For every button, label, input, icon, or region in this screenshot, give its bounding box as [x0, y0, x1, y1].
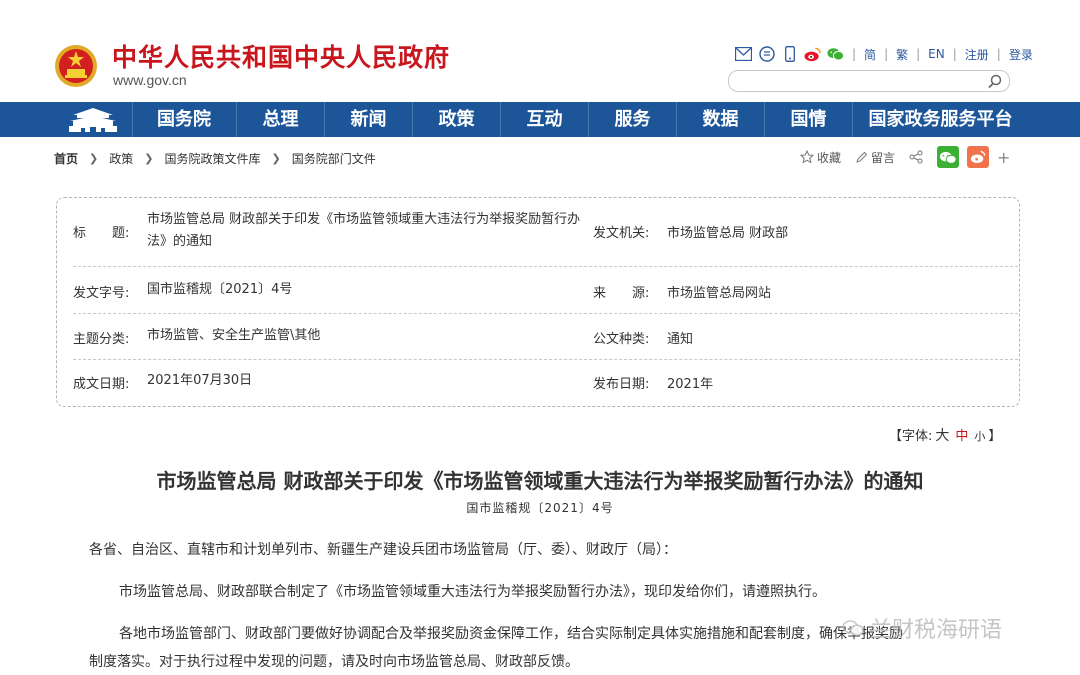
- site-url[interactable]: www.gov.cn: [113, 72, 187, 88]
- font-size-large-button[interactable]: 大: [935, 428, 949, 444]
- site-header: 中华人民共和国中央人民政府 www.gov.cn | 简 | 繁 | EN | …: [0, 0, 1080, 102]
- favorite-label: 收藏: [817, 150, 842, 165]
- nav-item-services[interactable]: 服务: [589, 102, 677, 137]
- separator: |: [952, 47, 957, 61]
- paragraph-2-cont: 制度落实。对于执行过程中发现的问题，请及时向市场监管总局、财政部反馈。: [89, 654, 579, 670]
- font-size-prefix: 【字体:: [889, 429, 933, 444]
- info-docno-value: 国市监稽规〔2021〕4号: [147, 282, 293, 297]
- main-nav: 国务院 总理 新闻 政策 互动 服务 数据 国情 国家政务服务平台: [0, 102, 1080, 137]
- watermark: 兰财税海研语: [842, 612, 1002, 644]
- nav-item-news[interactable]: 新闻: [325, 102, 413, 137]
- chevron-right-icon: ❯: [144, 152, 154, 165]
- weibo-icon: [970, 151, 986, 164]
- separator: |: [884, 47, 889, 61]
- breadcrumb-policy[interactable]: 政策: [109, 150, 133, 167]
- mobile-icon[interactable]: [781, 46, 798, 62]
- search-icon[interactable]: [987, 73, 1003, 89]
- breadcrumb-home[interactable]: 首页: [54, 150, 78, 167]
- info-source-label: 来 源:: [593, 286, 650, 301]
- separator: |: [852, 47, 857, 61]
- font-size-suffix: 】: [988, 429, 1002, 444]
- wechat-icon: [939, 151, 957, 164]
- font-size-medium-button[interactable]: 中: [955, 429, 968, 444]
- breadcrumb-policy-library[interactable]: 国务院政策文件库: [164, 150, 260, 167]
- share-weibo-button[interactable]: [967, 146, 990, 168]
- info-row-topic: 主题分类: 市场监管、安全生产监管\其他 公文种类: 通知: [73, 328, 1003, 348]
- search-input[interactable]: [739, 73, 983, 91]
- info-date-label: 成文日期:: [73, 377, 130, 392]
- info-pubdate-label: 发布日期:: [593, 377, 650, 392]
- nav-item-interaction[interactable]: 互动: [501, 102, 589, 137]
- separator: |: [996, 47, 1001, 61]
- more-share-button[interactable]: +: [997, 148, 1010, 167]
- nav-item-data[interactable]: 数据: [677, 102, 765, 137]
- nav-item-gov-service-platform[interactable]: 国家政务服务平台: [853, 102, 1028, 137]
- site-title[interactable]: 中华人民共和国中央人民政府: [112, 38, 450, 74]
- nav-item-national-info[interactable]: 国情: [765, 102, 853, 137]
- info-title-label: 标 题:: [73, 226, 130, 241]
- info-type-label: 公文种类:: [593, 332, 650, 347]
- mail-icon[interactable]: [735, 46, 752, 62]
- info-source-value: 市场监管总局网站: [667, 286, 772, 301]
- info-issuer-label: 发文机关:: [593, 226, 650, 241]
- info-row-docno: 发文字号: 国市监稽规〔2021〕4号 来 源: 市场监管总局网站: [73, 282, 1003, 302]
- nav-item-premier[interactable]: 总理: [237, 102, 325, 137]
- document-number: 国市监稽规〔2021〕4号: [466, 501, 614, 515]
- nav-item-policy[interactable]: 政策: [413, 102, 501, 137]
- chevron-right-icon: ❯: [271, 152, 281, 165]
- breadcrumb: 首页 ❯ 政策 ❯ 国务院政策文件库 ❯ 国务院部门文件: [54, 150, 376, 167]
- share-wechat-button[interactable]: [937, 146, 960, 168]
- share-button[interactable]: [909, 150, 923, 164]
- info-title-value: 市场监管总局 财政部关于印发《市场监管领域重大违法行为举报奖励暂行办法》的通知: [147, 212, 581, 249]
- register-link[interactable]: 注册: [965, 46, 989, 63]
- info-issuer-value: 市场监管总局 财政部: [667, 226, 789, 241]
- star-icon: [800, 150, 814, 164]
- lang-english-link[interactable]: EN: [928, 47, 945, 61]
- pencil-icon: [856, 151, 868, 163]
- national-emblem-icon[interactable]: [54, 44, 98, 88]
- wechat-icon: [842, 620, 864, 636]
- share-icon: [909, 150, 923, 164]
- font-size-small-button[interactable]: 小: [974, 430, 985, 443]
- wechat-icon[interactable]: [827, 46, 844, 62]
- font-size-switcher: 【字体: 大中小】: [889, 425, 1001, 445]
- info-docno-label: 发文字号:: [73, 286, 130, 301]
- paragraph-addressee: 各省、自治区、直辖市和计划单列市、新疆生产建设兵团市场监管局（厅、委）、财政厅（…: [89, 542, 677, 558]
- info-date-value: 2021年07月30日: [147, 373, 253, 388]
- search-box: [728, 70, 1010, 92]
- document-info-box: 标 题: 市场监管总局 财政部关于印发《市场监管领域重大违法行为举报奖励暂行办法…: [56, 197, 1020, 407]
- info-topic-label: 主题分类:: [73, 332, 130, 347]
- top-tools: | 简 | 繁 | EN | 注册 | 登录: [735, 45, 1033, 63]
- favorite-button[interactable]: 收藏: [800, 149, 841, 166]
- lang-simplified-link[interactable]: 简: [864, 46, 876, 63]
- info-pubdate-value: 2021年: [667, 377, 714, 392]
- nav-home-tiananmen-icon[interactable]: [54, 102, 133, 137]
- nav-items: 国务院 总理 新闻 政策 互动 服务 数据 国情 国家政务服务平台: [132, 102, 1028, 137]
- breadcrumb-dept-documents[interactable]: 国务院部门文件: [292, 150, 376, 167]
- login-link[interactable]: 登录: [1009, 46, 1033, 63]
- info-topic-value: 市场监管、安全生产监管\其他: [147, 328, 321, 343]
- separator: |: [916, 47, 921, 61]
- paragraph-1: 市场监管总局、财政部联合制定了《市场监管领域重大违法行为举报奖励暂行办法》，现印…: [119, 584, 826, 600]
- chat-icon[interactable]: [758, 46, 775, 62]
- lang-traditional-link[interactable]: 繁: [896, 46, 908, 63]
- info-type-value: 通知: [667, 332, 694, 347]
- chevron-right-icon: ❯: [89, 152, 99, 165]
- info-row-title: 标 题: 市场监管总局 财政部关于印发《市场监管领域重大违法行为举报奖励暂行办法…: [73, 209, 1003, 253]
- document-title: 市场监管总局 财政部关于印发《市场监管领域重大违法行为举报奖励暂行办法》的通知: [156, 469, 924, 493]
- info-row-date: 成文日期: 2021年07月30日 发布日期: 2021年: [73, 373, 1003, 393]
- comment-button[interactable]: 留言: [855, 149, 895, 166]
- row-divider: [73, 359, 1018, 360]
- article-actions: 收藏 留言 +: [800, 146, 1010, 168]
- watermark-text: 兰财税海研语: [870, 618, 1003, 643]
- nav-item-state-council[interactable]: 国务院: [132, 102, 237, 137]
- comment-label: 留言: [871, 150, 896, 165]
- row-divider: [73, 266, 1018, 267]
- weibo-icon[interactable]: [804, 46, 821, 62]
- row-divider: [73, 313, 1018, 314]
